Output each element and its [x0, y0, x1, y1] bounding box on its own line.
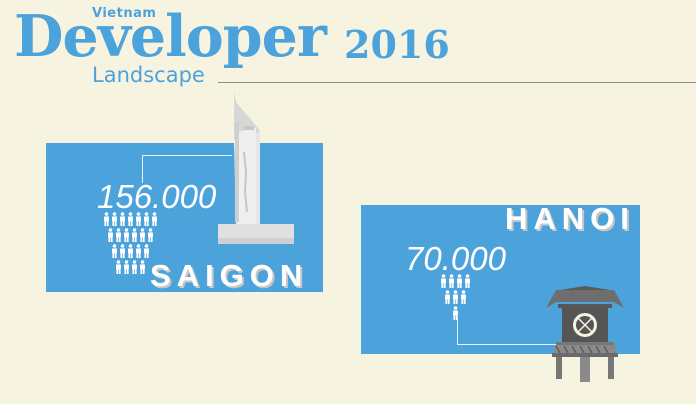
person-icon [132, 260, 137, 274]
person-icon [457, 274, 462, 288]
person-icon [116, 260, 121, 274]
saigon-developer-count: 156.000 [97, 178, 217, 215]
title-sub: Landscape [92, 63, 205, 87]
person-icon [104, 212, 109, 226]
person-icon [132, 228, 137, 242]
person-icon [120, 212, 125, 226]
person-icon [449, 274, 454, 288]
hanoi-developer-count: 70.000 [405, 240, 506, 277]
hanoi-city-label: HANOI [505, 201, 635, 236]
person-icon [120, 244, 125, 258]
person-icon [128, 212, 133, 226]
people-row [103, 212, 158, 226]
person-icon [124, 228, 129, 242]
hanoi-people-graphic [440, 274, 471, 320]
title-main: Developer [14, 3, 327, 70]
title-divider [218, 82, 696, 83]
person-icon [453, 306, 458, 320]
one-pillar-pagoda-icon [546, 286, 624, 382]
title-year: 2016 [344, 22, 450, 67]
person-icon [112, 212, 117, 226]
person-icon [116, 228, 121, 242]
hanoi-leader-line [457, 318, 458, 344]
person-icon [136, 244, 141, 258]
people-row [103, 244, 158, 258]
people-row [440, 306, 471, 320]
people-row [103, 228, 158, 242]
person-icon [453, 290, 458, 304]
person-icon [112, 244, 117, 258]
person-icon [144, 244, 149, 258]
person-icon [144, 212, 149, 226]
person-icon [148, 228, 153, 242]
bitexco-tower-icon [218, 92, 294, 244]
person-icon [465, 274, 470, 288]
person-icon [441, 274, 446, 288]
person-icon [140, 260, 145, 274]
person-icon [136, 212, 141, 226]
people-row [440, 274, 471, 288]
person-icon [108, 228, 113, 242]
person-icon [445, 290, 450, 304]
people-row [440, 290, 471, 304]
person-icon [152, 212, 157, 226]
person-icon [461, 290, 466, 304]
person-icon [140, 228, 145, 242]
person-icon [128, 244, 133, 258]
saigon-city-label: SAIGON [150, 258, 309, 293]
person-icon [124, 260, 129, 274]
